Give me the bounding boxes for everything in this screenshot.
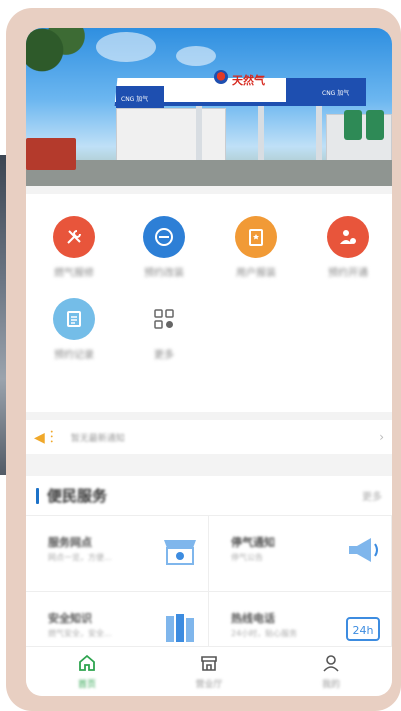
wrench-screwdriver-icon (53, 216, 95, 258)
grid-item-install[interactable]: 用户报装 (226, 216, 286, 279)
notice-bar[interactable]: ◀︎​︙ 暂无最新通知 › (26, 420, 392, 454)
pillar (258, 106, 264, 164)
section-title: 便民服务 (47, 487, 108, 505)
svg-text:24h: 24h (353, 624, 374, 637)
hero-banner[interactable]: 天然气 CNG 加气 CNG 加气 (26, 28, 392, 186)
brand-logo-icon (214, 70, 228, 84)
section-header: 便民服务 更多 (26, 476, 392, 516)
card-title: 停气通知 (231, 536, 275, 549)
cloud (176, 46, 216, 66)
grid-item-label: 燃气报修 (54, 268, 94, 279)
grid-item-label: 用户报装 (236, 268, 276, 279)
grid-item-modify[interactable]: 预约改装 (134, 216, 194, 279)
service-card-outage[interactable]: 停气通知 停气公告 (209, 516, 392, 592)
water-tower (344, 110, 362, 140)
app-screen: 天然气 CNG 加气 CNG 加气 燃气报修 预约改装 用户报装 预约开通 预约… (26, 28, 392, 696)
card-subtitle: 24小时，贴心服务 (231, 629, 298, 638)
clipboard-icon (235, 216, 277, 258)
pillar (196, 106, 202, 164)
service-card-outlets[interactable]: 服务网点 网点一览，方便... (26, 516, 209, 592)
card-title: 安全知识 (48, 612, 92, 625)
grid-item-label: 预约改装 (144, 268, 184, 279)
brand-sign: 天然气 (232, 74, 265, 87)
sign-right-text: CNG 加气 (322, 90, 350, 97)
meter-icon (143, 216, 185, 258)
grid-item-more[interactable]: 更多 (134, 298, 194, 361)
station-building (116, 108, 226, 164)
more-link[interactable]: 更多 (362, 488, 382, 503)
books-icon (166, 614, 194, 642)
tab-business-hall[interactable]: 营业厅 (148, 647, 270, 696)
card-title: 热线电话 (231, 612, 275, 625)
bottom-tab-bar: 首页 营业厅 我的 (26, 646, 392, 696)
grid-more-icon (143, 298, 185, 340)
tree-branch (26, 28, 98, 92)
grid-item-records[interactable]: 预约记录 (44, 298, 104, 361)
grid-item-activate[interactable]: 预约开通 (318, 216, 378, 279)
notice-text: 暂无最新通知 (70, 433, 125, 444)
section-accent-bar (36, 487, 39, 504)
card-title: 服务网点 (48, 536, 92, 549)
service-grid: 燃气报修 预约改装 用户报装 预约开通 预约记录 更多 (26, 194, 392, 412)
sign-left-text: CNG 加气 (121, 96, 149, 103)
grid-item-repair[interactable]: 燃气报修 (44, 216, 104, 279)
grid-item-label: 预约开通 (328, 268, 368, 279)
person-icon (323, 655, 339, 672)
store-icon (201, 656, 217, 671)
home-icon (79, 654, 95, 671)
cloud (96, 32, 156, 62)
shop-location-icon (164, 540, 196, 565)
document-list-icon (53, 298, 95, 340)
tab-label: 首页 (77, 680, 96, 690)
tab-label: 营业厅 (195, 680, 223, 690)
megaphone-icon (349, 538, 378, 562)
card-subtitle: 停气公告 (231, 553, 263, 562)
tab-mine[interactable]: 我的 (270, 647, 392, 696)
pillar (316, 106, 322, 164)
grid-item-label: 更多 (154, 350, 174, 361)
tab-label: 我的 (321, 680, 340, 690)
ground (26, 160, 392, 186)
phone-frame: 天然气 CNG 加气 CNG 加气 燃气报修 预约改装 用户报装 预约开通 预约… (6, 8, 401, 711)
chevron-right-icon: › (379, 430, 384, 444)
water-tower (366, 110, 384, 140)
tab-home[interactable]: 首页 (26, 647, 148, 696)
card-subtitle: 网点一览，方便... (48, 553, 112, 562)
grid-item-label: 预约记录 (54, 350, 94, 361)
user-settings-icon (327, 216, 369, 258)
speaker-icon: ◀︎​︙ (34, 430, 59, 446)
card-subtitle: 燃气安全，安全... (48, 629, 112, 638)
24h-icon: 24h (346, 617, 380, 641)
truck (26, 138, 76, 170)
